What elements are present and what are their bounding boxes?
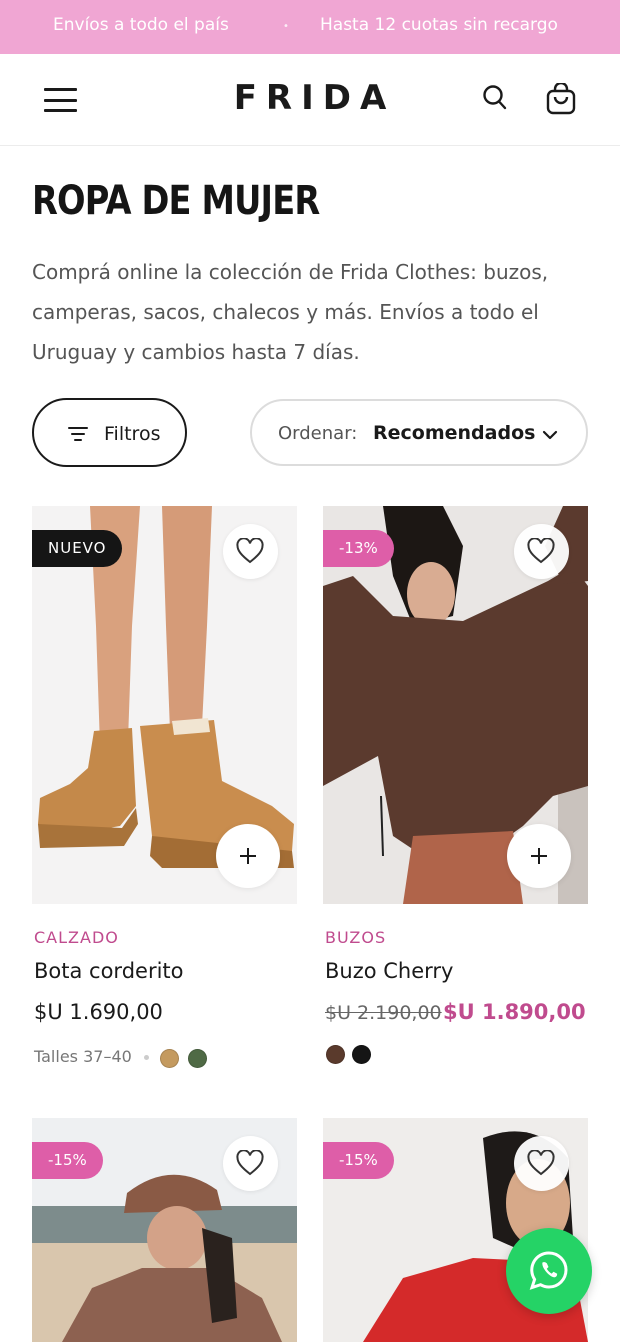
filters-label: Filtros — [104, 423, 161, 445]
color-swatch[interactable] — [160, 1049, 179, 1068]
add-to-cart-button[interactable] — [507, 824, 571, 888]
site-header: FRIDA — [0, 54, 620, 146]
filter-icon — [68, 425, 88, 447]
sort-value: Recomendados — [373, 422, 536, 444]
sort-label: Ordenar: — [278, 423, 358, 444]
whatsapp-icon — [529, 1251, 568, 1290]
wishlist-button[interactable] — [223, 1136, 278, 1191]
promo-separator-dot: • — [283, 21, 289, 32]
product-price: $U 1.690,00 — [34, 1000, 163, 1024]
product-name[interactable]: Bota corderito — [34, 959, 184, 983]
chevron-down-icon — [542, 426, 558, 445]
discount-badge: -13% — [323, 530, 394, 567]
page-description: Comprá online la colección de Frida Clot… — [32, 260, 549, 364]
plus-icon — [531, 848, 547, 864]
heart-icon — [527, 1150, 555, 1176]
whatsapp-button[interactable] — [506, 1228, 592, 1314]
product-category[interactable]: CALZADO — [34, 928, 119, 947]
heart-icon — [527, 538, 555, 564]
cart-icon[interactable] — [546, 81, 576, 119]
discount-badge: -15% — [323, 1142, 394, 1179]
product-image-sweater[interactable]: -13% — [323, 506, 588, 904]
color-swatch[interactable] — [352, 1045, 371, 1064]
search-icon[interactable] — [482, 84, 508, 116]
promo-installments-text: Hasta 12 cuotas sin recargo — [320, 15, 558, 35]
product-image-beach[interactable]: -15% — [32, 1118, 297, 1342]
wishlist-button[interactable] — [514, 1136, 569, 1191]
wishlist-button[interactable] — [514, 524, 569, 579]
sort-dropdown[interactable]: Ordenar: Recomendados — [250, 399, 588, 466]
filters-button[interactable]: Filtros — [32, 398, 187, 467]
product-image-boots[interactable]: NUEVO — [32, 506, 297, 904]
add-to-cart-button[interactable] — [216, 824, 280, 888]
heart-icon — [236, 1150, 264, 1176]
promo-bar: Envíos a todo el país • Hasta 12 cuotas … — [0, 0, 620, 54]
separator-dot — [144, 1055, 149, 1060]
product-price-sale: $U 1.890,00 — [443, 1000, 586, 1024]
heart-icon — [236, 538, 264, 564]
promo-shipping-text: Envíos a todo el país — [53, 15, 229, 35]
product-sizes: Talles 37–40 — [34, 1047, 132, 1066]
plus-icon — [240, 848, 256, 864]
color-swatch[interactable] — [326, 1045, 345, 1064]
brand-logo[interactable]: FRIDA — [0, 78, 620, 118]
discount-badge: -15% — [32, 1142, 103, 1179]
page-title: ROPA DE MUJER — [32, 178, 320, 224]
new-badge: NUEVO — [32, 530, 123, 567]
product-price-original: $U 2.190,00 — [325, 1002, 442, 1024]
color-swatch[interactable] — [188, 1049, 207, 1068]
wishlist-button[interactable] — [223, 524, 278, 579]
product-category[interactable]: BUZOS — [325, 928, 386, 947]
product-name[interactable]: Buzo Cherry — [325, 959, 453, 983]
